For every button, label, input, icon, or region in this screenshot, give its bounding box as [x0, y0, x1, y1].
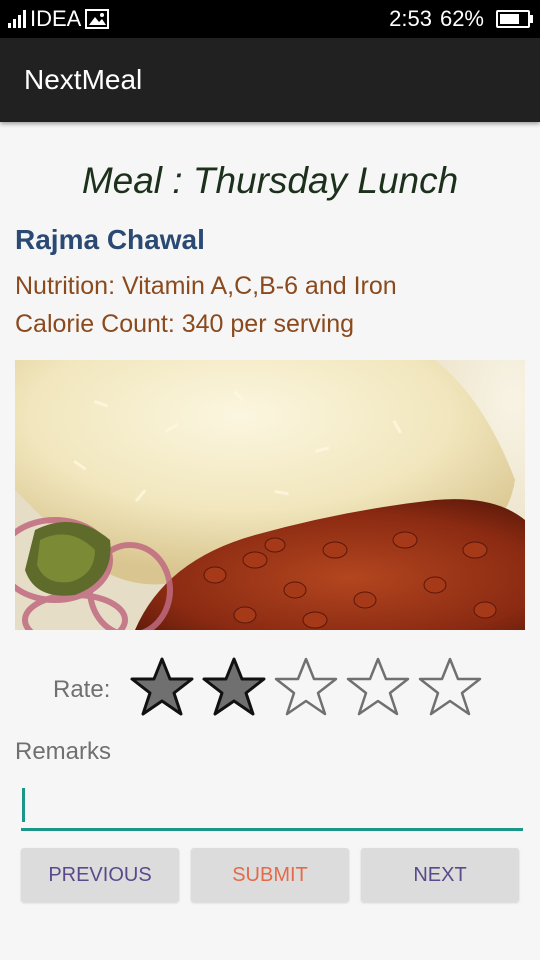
dish-name: Rajma Chawal — [15, 224, 205, 255]
text-cursor — [22, 788, 25, 822]
star-filled-icon[interactable] — [202, 656, 267, 716]
next-button[interactable]: NEXT — [361, 848, 519, 902]
app-bar: NextMeal — [0, 38, 540, 122]
signal-icon — [8, 10, 26, 28]
submit-button[interactable]: SUBMIT — [191, 848, 349, 902]
app-title: NextMeal — [24, 64, 143, 95]
battery-percent: 62% — [439, 6, 484, 31]
calorie-count: Calorie Count: 340 per serving — [15, 310, 355, 338]
nutrition-info: Nutrition: Vitamin A,C,B-6 and Iron — [15, 272, 397, 300]
star-empty-icon[interactable] — [418, 656, 483, 716]
battery-icon — [496, 10, 533, 28]
status-bar: IDEA 2:53 62% — [0, 0, 540, 38]
star-empty-icon[interactable] — [346, 656, 411, 716]
rating-stars[interactable] — [130, 656, 483, 716]
previous-button[interactable]: PREVIOUS — [21, 848, 179, 902]
meal-title: Meal : Thursday Lunch — [81, 160, 459, 201]
clock: 2:53 — [389, 6, 432, 31]
star-filled-icon[interactable] — [130, 656, 195, 716]
rate-label: Rate: — [53, 676, 111, 703]
gallery-icon — [85, 9, 110, 29]
carrier-name: IDEA — [30, 6, 82, 31]
remarks-label: Remarks — [15, 738, 112, 765]
star-empty-icon[interactable] — [274, 656, 339, 716]
meal-photo — [15, 360, 525, 630]
remarks-input[interactable] — [21, 784, 523, 831]
